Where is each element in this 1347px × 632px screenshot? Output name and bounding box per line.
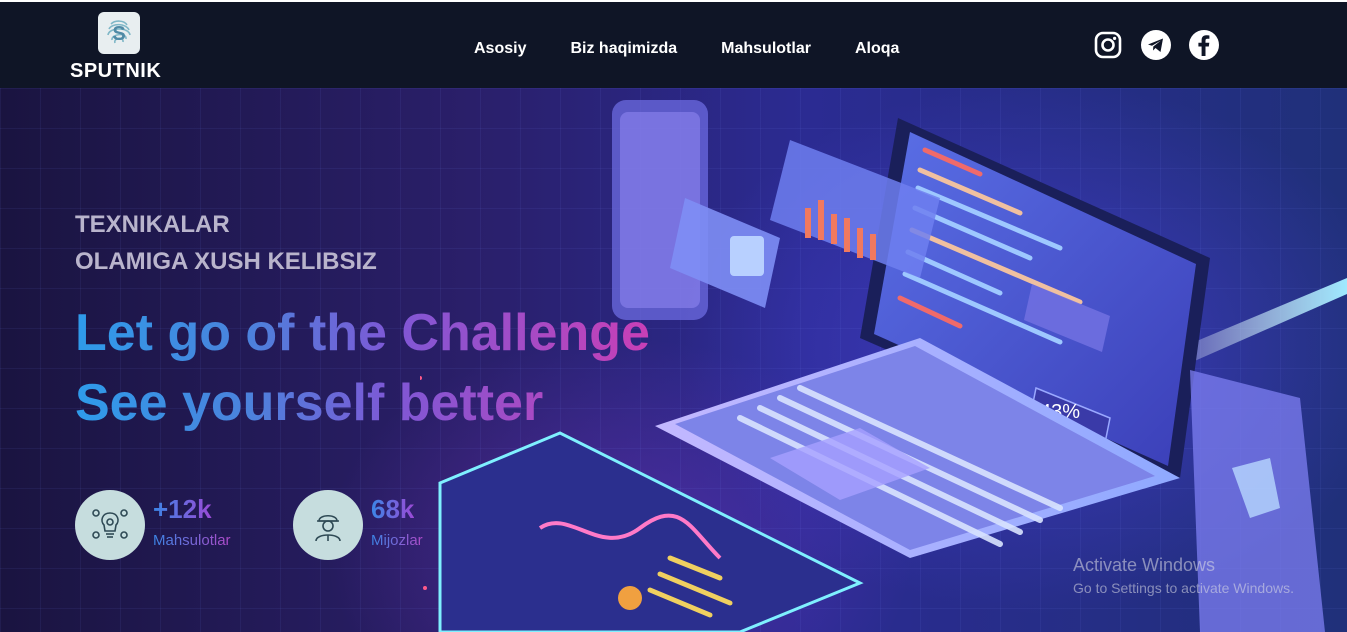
hero-subtitle-line1: TEXNIKALAR — [75, 211, 230, 238]
brand-logo[interactable]: S SPUTNIK — [70, 10, 170, 86]
nav-item-aloqa[interactable]: Aloqa — [855, 40, 899, 58]
windows-activation-watermark: Activate Windows Go to Settings to activ… — [1073, 555, 1294, 596]
hero-subtitle: TEXNIKALAR OLAMIGA XUSH KELIBSIZ — [75, 206, 377, 280]
hero-headline: Let go of the Challenge See yourself bet… — [75, 298, 650, 438]
idea-gears-icon — [75, 490, 145, 560]
hero-headline-line2: See yourself better — [75, 374, 544, 432]
telegram-icon[interactable] — [1141, 30, 1171, 60]
svg-text:S: S — [112, 23, 125, 45]
fingerprint-logo-icon: S — [98, 12, 140, 54]
nav-item-asosiy[interactable]: Asosiy — [474, 40, 526, 58]
watermark-title: Activate Windows — [1073, 555, 1216, 575]
stat-products-label: Mahsulotlar — [153, 532, 231, 549]
stat-products-value: +12k — [153, 494, 212, 524]
stat-clients-label: Mijozlar — [371, 532, 423, 549]
hero-section: 43% TEXNIKALAR OLAMIGA XUSH KELIBSIZ Let… — [0, 88, 1347, 632]
engineer-person-icon — [293, 490, 363, 560]
social-links — [1093, 30, 1219, 60]
instagram-icon[interactable] — [1093, 30, 1123, 60]
top-navbar: S SPUTNIK Asosiy Biz haqimizda Mahsulotl… — [0, 0, 1347, 88]
stat-clients-value: 68k — [371, 494, 415, 524]
hero-headline-line1: Let go of the Challenge — [75, 304, 650, 362]
nav-item-mahsulotlar[interactable]: Mahsulotlar — [721, 40, 811, 58]
facebook-icon[interactable] — [1189, 30, 1219, 60]
main-nav: Asosiy Biz haqimizda Mahsulotlar Aloqa — [474, 40, 943, 58]
hero-subtitle-line2: OLAMIGA XUSH KELIBSIZ — [75, 248, 377, 275]
nav-item-biz-haqimizda[interactable]: Biz haqimizda — [570, 40, 677, 58]
brand-name: SPUTNIK — [70, 60, 162, 82]
watermark-subtitle: Go to Settings to activate Windows. — [1073, 580, 1294, 596]
